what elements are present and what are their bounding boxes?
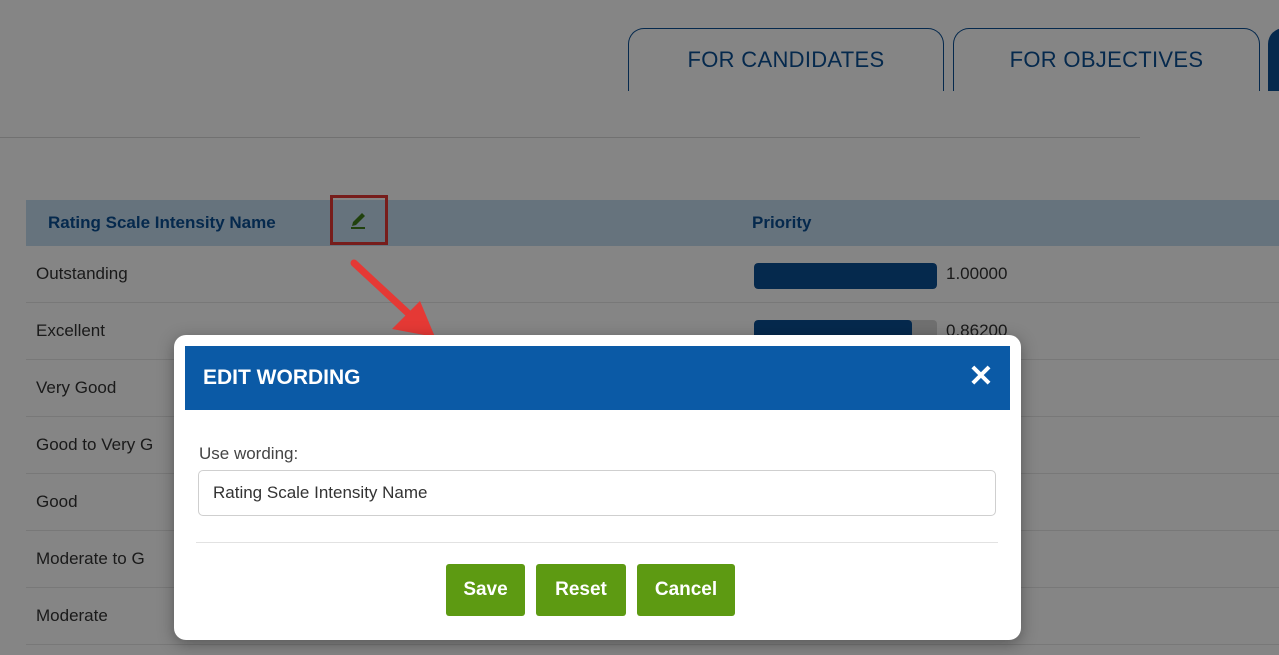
dialog-title: EDIT WORDING xyxy=(203,366,361,389)
close-icon: ✕ xyxy=(968,360,994,393)
close-button[interactable]: ✕ xyxy=(964,360,998,394)
wording-input[interactable] xyxy=(198,470,996,516)
edit-wording-dialog: EDIT WORDING ✕ Use wording: Save Reset C… xyxy=(174,335,1021,640)
dialog-header: EDIT WORDING ✕ xyxy=(185,346,1010,410)
save-button[interactable]: Save xyxy=(446,564,525,616)
reset-button[interactable]: Reset xyxy=(536,564,626,616)
use-wording-label: Use wording: xyxy=(199,444,299,463)
annotation-arrow-icon xyxy=(350,259,435,337)
cancel-button[interactable]: Cancel xyxy=(637,564,735,616)
dialog-divider xyxy=(196,542,998,543)
